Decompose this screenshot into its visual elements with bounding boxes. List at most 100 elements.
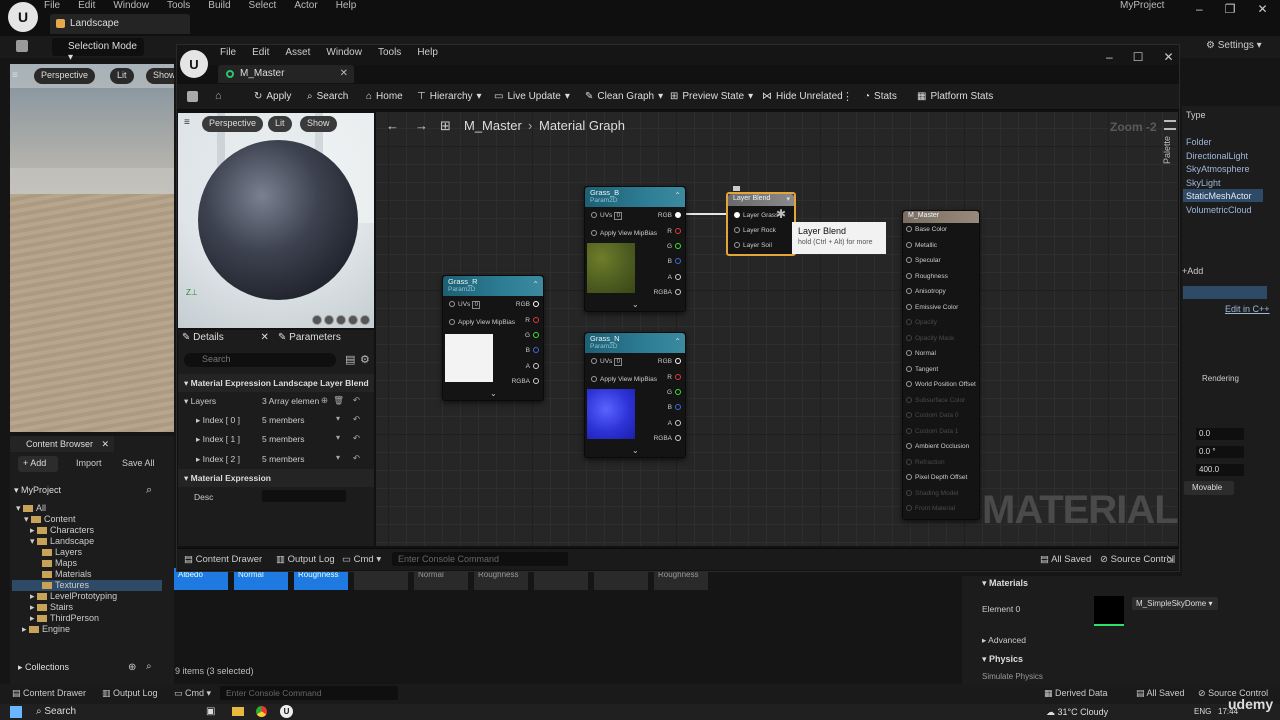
rgba-pin[interactable]: RGBA bbox=[654, 289, 681, 299]
pin-in-icon[interactable] bbox=[906, 489, 912, 496]
layer-blend-node[interactable]: Layer Blend ▾ Layer Grass Layer Rock Laye… bbox=[726, 192, 796, 256]
close-icon[interactable]: ✕ bbox=[1163, 50, 1173, 64]
me-menu-tools[interactable]: Tools bbox=[378, 47, 401, 58]
maximize-icon[interactable]: ❐ bbox=[1225, 2, 1236, 16]
a-pin[interactable]: A bbox=[668, 274, 681, 284]
pin-out-icon[interactable] bbox=[533, 347, 539, 354]
pin-in-icon[interactable] bbox=[906, 505, 912, 512]
pin-in-icon[interactable] bbox=[906, 303, 912, 310]
outliner-item[interactable]: SkyLight bbox=[1186, 178, 1221, 188]
material-input-pin[interactable]: Shading Model bbox=[906, 490, 958, 500]
close-icon[interactable]: ✕ bbox=[340, 68, 348, 79]
a-pin[interactable]: A bbox=[668, 420, 681, 430]
forward-arrow-icon[interactable]: → bbox=[415, 118, 428, 133]
me-menu-asset[interactable]: Asset bbox=[285, 47, 310, 58]
pin-in-icon[interactable] bbox=[906, 288, 912, 295]
pin-in-icon[interactable] bbox=[591, 358, 597, 365]
physics-section[interactable]: ▾ Physics bbox=[982, 654, 1023, 665]
material-input-pin[interactable]: World Position Offset bbox=[906, 381, 976, 391]
uvs-pin[interactable]: UVs 0 bbox=[591, 212, 623, 222]
selection-mode-dropdown[interactable]: Selection Mode ▾ bbox=[52, 38, 144, 63]
pin-out-icon[interactable] bbox=[533, 332, 539, 339]
viewport-menu-icon[interactable]: ≡ bbox=[12, 70, 18, 81]
close-icon[interactable]: ✕ bbox=[1257, 2, 1267, 16]
g-pin[interactable]: G bbox=[667, 389, 681, 399]
outliner-item[interactable]: SkyAtmosphere bbox=[1186, 164, 1250, 174]
menu-build[interactable]: Build bbox=[208, 0, 230, 11]
r-pin[interactable]: R bbox=[525, 317, 539, 327]
apply-mip-pin[interactable]: Apply View MipBias bbox=[449, 319, 515, 329]
pin-in-icon[interactable] bbox=[591, 230, 597, 237]
reset-icon[interactable]: ↶ bbox=[353, 433, 360, 444]
viewport-menu-icon[interactable]: ≡ bbox=[184, 117, 190, 128]
material-input-pin[interactable]: Custom Data 1 bbox=[906, 428, 958, 438]
me-menu-help[interactable]: Help bbox=[417, 47, 438, 58]
import-button[interactable]: Import bbox=[76, 458, 102, 468]
pin-in-icon[interactable] bbox=[906, 257, 912, 264]
console-input[interactable]: Enter Console Command bbox=[392, 552, 568, 566]
maximize-icon[interactable]: ☐ bbox=[1133, 50, 1144, 64]
g-pin[interactable]: G bbox=[525, 332, 539, 342]
palette-menu-icon[interactable] bbox=[1164, 120, 1176, 130]
pin-in-icon[interactable] bbox=[734, 227, 740, 234]
clean-graph-button[interactable]: ✎ Clean Graph ▾ bbox=[585, 91, 663, 102]
viewport-show-button[interactable]: Show bbox=[146, 68, 174, 84]
preview-lit-button[interactable]: Lit bbox=[268, 116, 292, 132]
language-indicator[interactable]: ENG bbox=[1194, 707, 1211, 716]
save-icon[interactable] bbox=[187, 91, 198, 102]
apply-mip-pin[interactable]: Apply View MipBias bbox=[591, 376, 657, 386]
unreal-logo-icon[interactable]: U bbox=[8, 2, 38, 32]
transform-field[interactable]: 400.0 bbox=[1196, 464, 1244, 476]
viewport-perspective-button[interactable]: Perspective bbox=[34, 68, 96, 84]
console-input[interactable]: Enter Console Command bbox=[220, 686, 398, 700]
material-input-pin[interactable]: Refraction bbox=[906, 459, 945, 469]
save-all-button[interactable]: Save All bbox=[122, 458, 155, 468]
pin-out-icon[interactable] bbox=[675, 358, 681, 365]
reset-icon[interactable]: ↶ bbox=[353, 453, 360, 464]
outliner-item[interactable]: VolumetricCloud bbox=[1186, 205, 1252, 215]
material-select-dropdown[interactable]: M_SimpleSkyDome ▾ bbox=[1132, 597, 1218, 610]
b-pin[interactable]: B bbox=[668, 404, 681, 414]
unreal-logo-icon[interactable]: U bbox=[180, 50, 208, 78]
desc-input[interactable] bbox=[262, 490, 346, 502]
r-pin[interactable]: R bbox=[667, 374, 681, 384]
pin-in-icon[interactable] bbox=[906, 443, 912, 450]
pin-in-icon[interactable] bbox=[449, 301, 455, 308]
menu-help[interactable]: Help bbox=[336, 0, 357, 11]
rgb-pin[interactable]: RGB bbox=[516, 301, 539, 311]
apply-mip-pin[interactable]: Apply View MipBias bbox=[591, 230, 657, 240]
close-icon[interactable]: ✕ bbox=[261, 332, 269, 343]
reset-icon[interactable]: ↶ bbox=[353, 395, 360, 406]
material-input-pin[interactable]: Custom Data 0 bbox=[906, 412, 958, 422]
preview-perspective-button[interactable]: Perspective bbox=[202, 116, 264, 132]
pin-in-icon[interactable] bbox=[591, 376, 597, 383]
texture-node-grass-n[interactable]: Grass_N Param2D ⌃ UVs 0 Apply View MipBia… bbox=[584, 332, 686, 458]
tree-item-all[interactable]: ▾ All bbox=[12, 503, 162, 514]
sphere-preview-icon[interactable] bbox=[324, 315, 334, 325]
pin-in-icon[interactable] bbox=[906, 272, 912, 279]
close-icon[interactable]: ✕ bbox=[102, 439, 110, 449]
pin-in-icon[interactable] bbox=[449, 319, 455, 326]
reset-icon[interactable]: ↶ bbox=[353, 414, 360, 425]
project-tree-header[interactable]: ▾ MyProject bbox=[14, 485, 61, 496]
outliner-item[interactable]: StaticMeshActor bbox=[1186, 191, 1252, 201]
tree-item-content[interactable]: ▾ Content bbox=[12, 514, 162, 525]
pin-in-icon[interactable] bbox=[906, 474, 912, 481]
material-input-pin[interactable]: Metallic bbox=[906, 242, 937, 252]
layer-index-row[interactable]: ▸ Index [ 0 ] 5 members ▾ ↶ bbox=[178, 411, 374, 429]
tree-item-engine[interactable]: ▸ Engine bbox=[12, 624, 162, 635]
pin-out-icon[interactable] bbox=[533, 378, 539, 385]
outliner-item[interactable]: DirectionalLight bbox=[1186, 151, 1248, 161]
preview-show-button[interactable]: Show bbox=[300, 116, 337, 132]
menu-edit[interactable]: Edit bbox=[78, 0, 95, 11]
tree-item-materials[interactable]: Materials bbox=[12, 569, 162, 580]
collapse-icon[interactable]: ⌃ bbox=[674, 191, 681, 200]
all-saved-status[interactable]: ▤ All Saved bbox=[1040, 554, 1091, 565]
home-button[interactable]: ⌂ Home bbox=[366, 91, 403, 102]
tree-item-thirdperson[interactable]: ▸ ThirdPerson bbox=[12, 613, 162, 624]
material-input-pin[interactable]: Anisotropy bbox=[906, 288, 946, 298]
layer-soil-pin[interactable]: Layer Soil bbox=[734, 242, 772, 252]
pin-out-icon[interactable] bbox=[533, 317, 539, 324]
pin-in-icon[interactable] bbox=[906, 381, 912, 388]
level-tab[interactable]: Landscape bbox=[50, 14, 190, 34]
